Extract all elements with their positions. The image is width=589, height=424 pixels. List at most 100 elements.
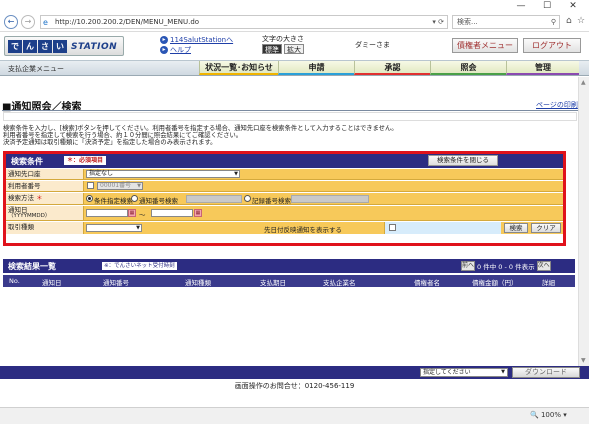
scroll-down-icon[interactable]: ▼ — [581, 357, 586, 364]
pager: 前へ 0 件中 0 - 0 件表示 次へ — [461, 261, 551, 271]
logo-kana-4: い — [53, 40, 67, 53]
future-date-cell — [384, 222, 501, 234]
favorites-star-icon[interactable]: ☆ — [577, 16, 585, 26]
scroll-up-icon[interactable]: ▲ — [581, 79, 586, 86]
transaction-type-label: 取引種類 — [6, 222, 84, 234]
col-amount: 債権金額（円） — [472, 279, 518, 287]
salut-station-link[interactable]: ▸ 114SalutStationへ — [160, 35, 233, 45]
transaction-type-select[interactable]: ▼ — [86, 224, 142, 232]
user-number-checkbox[interactable] — [87, 182, 94, 189]
url-text: http://10.200.200.2/DEN/MENU_MENU.do — [55, 18, 200, 26]
user-name: ダミーさま — [355, 41, 390, 49]
refresh-icon[interactable]: ▾ ⟳ — [432, 16, 444, 28]
notice-number-input[interactable] — [186, 195, 242, 203]
zoom-level[interactable]: 🔍 100% ▾ — [530, 411, 567, 419]
home-icon[interactable]: ⌂ — [566, 16, 572, 26]
record-number-input[interactable] — [291, 195, 369, 203]
user-number-select[interactable]: 00001番号 ▼ — [97, 182, 143, 190]
tab-management[interactable]: 管理 — [506, 61, 579, 75]
back-arrow-icon[interactable]: ← — [4, 15, 18, 29]
creditor-menu-button[interactable]: 債権者メニュー — [452, 38, 518, 53]
user-number-row: 利用者番号 00001番号 ▼ — [6, 181, 563, 192]
tab-inquiry[interactable]: 照会 — [430, 61, 506, 75]
account-label: 通知先口座 — [6, 169, 84, 179]
prev-page-button[interactable]: 前へ — [461, 261, 475, 271]
arrow-right-icon: ▸ — [160, 36, 168, 44]
logo-kana-1: で — [8, 40, 22, 53]
notice-number-search-label: 通知番号検索 — [139, 197, 178, 205]
calendar-icon[interactable]: ▦ — [194, 209, 202, 217]
future-date-label: 先日付反映通知を表示する — [264, 226, 342, 234]
radio-notice-number-search[interactable] — [131, 195, 138, 202]
notice-date-row: 通知日 （YYYYMMDD） ▦ 〜 ▦ — [6, 206, 563, 221]
system-label: 支払企業メニュー — [8, 65, 64, 73]
required-badge: ＊：必須項目 — [64, 156, 107, 165]
instructions: 検索条件を入力し、[検索]ボタンを押してください。利用者番号を指定する場合、通知… — [3, 125, 398, 146]
close-window-icon[interactable]: ✕ — [563, 1, 583, 11]
print-page-link[interactable]: ページの印刷 — [536, 100, 578, 110]
address-bar: ← → e http://10.200.200.2/DEN/MENU_MENU.… — [0, 12, 589, 32]
page-content: ■通知照会／検索 ページの印刷 検索条件を入力し、[検索]ボタンを押してください… — [0, 77, 578, 367]
col-notice-number: 通知番号 — [103, 279, 129, 287]
instruction-line: 利用者番号を指定して検索を行う場合、約１０分間に照会結果にてご確認ください。 — [3, 132, 243, 139]
download-button[interactable]: ダウンロード — [512, 367, 580, 378]
search-conditions-title: 検索条件 — [11, 157, 43, 166]
search-conditions-panel: 検索条件 ＊：必須項目 検索条件を閉じる 通知先口座 指定なし ▼ 利用者番号 0… — [3, 151, 566, 246]
browser-search-input[interactable]: 検索... ⚲ — [452, 15, 560, 29]
chevron-down-icon: ▼ — [137, 183, 141, 189]
notice-date-label: 通知日 （YYYYMMDD） — [6, 206, 84, 220]
font-size-standard-button[interactable]: 標準 — [262, 44, 282, 54]
logo-kana-2: ん — [23, 40, 37, 53]
tab-status-notices[interactable]: 状況一覧･お知らせ — [199, 61, 278, 75]
font-size-large-button[interactable]: 拡大 — [284, 44, 304, 54]
results-header: 検索結果一覧 ※：でんさいネット受付時刻 前へ 0 件中 0 - 0 件表示 次… — [3, 259, 575, 273]
download-bar: 指定してください ▼ ダウンロード — [0, 366, 589, 379]
search-button[interactable]: 検索 — [504, 223, 528, 233]
message-area — [3, 112, 577, 121]
help-link[interactable]: ▸ ヘルプ — [160, 45, 233, 55]
col-due-date: 支払期日 — [260, 279, 286, 287]
transaction-type-row: 取引種類 ▼ 先日付反映通知を表示する 検索 クリア — [6, 222, 563, 234]
search-icon[interactable]: ⚲ — [551, 16, 556, 28]
logo-station-text: STATION — [71, 42, 118, 52]
font-size-controls: 標準 拡大 — [262, 44, 304, 54]
densai-station-logo: で ん さ い STATION — [4, 36, 124, 56]
vertical-scrollbar[interactable]: ▲ ▼ — [578, 77, 589, 367]
logo-kana-3: さ — [38, 40, 52, 53]
minimize-icon[interactable]: — — [511, 1, 531, 11]
results-title: 検索結果一覧 — [8, 262, 56, 271]
chevron-down-icon: ▼ — [234, 171, 238, 177]
col-no: No. — [9, 277, 20, 285]
chevron-down-icon: ▼ — [136, 225, 140, 231]
col-notice-date: 通知日 — [42, 279, 62, 287]
radio-condition-search[interactable] — [86, 195, 93, 202]
close-search-conditions-button[interactable]: 検索条件を閉じる — [428, 155, 498, 166]
search-method-label: 検索方法 ＊ — [6, 193, 84, 204]
search-method-row: 検索方法 ＊ 条件指定検索 通知番号検索 記録番号検索 — [6, 193, 563, 205]
chevron-down-icon: ▼ — [501, 369, 505, 375]
pager-count: 0 件中 0 - 0 件表示 — [477, 263, 535, 271]
contact-info: 画面操作のお問合せ：0120-456-119 — [234, 382, 355, 390]
logout-button[interactable]: ログアウト — [523, 38, 581, 53]
url-input[interactable]: e http://10.200.200.2/DEN/MENU_MENU.do ▾… — [40, 15, 448, 29]
record-number-search-label: 記録番号検索 — [252, 197, 291, 205]
col-detail: 詳細 — [542, 279, 555, 287]
font-size-label: 文字の大きさ — [262, 35, 304, 43]
date-from-input[interactable] — [86, 209, 128, 217]
date-to-input[interactable] — [151, 209, 193, 217]
download-format-select[interactable]: 指定してください ▼ — [420, 368, 508, 377]
maximize-icon[interactable]: ☐ — [537, 1, 557, 11]
arrow-right-icon: ▸ — [160, 46, 168, 54]
condition-search-label: 条件指定検索 — [94, 197, 133, 205]
ie-logo-icon: e — [43, 18, 48, 27]
clear-button[interactable]: クリア — [531, 223, 561, 233]
next-page-button[interactable]: 次へ — [536, 261, 551, 271]
future-date-checkbox[interactable] — [389, 224, 396, 231]
tab-application[interactable]: 申請 — [278, 61, 354, 75]
forward-arrow-icon[interactable]: → — [21, 15, 35, 29]
tab-approval[interactable]: 承認 — [354, 61, 430, 75]
radio-record-number-search[interactable] — [244, 195, 251, 202]
account-select[interactable]: 指定なし ▼ — [86, 170, 240, 178]
calendar-icon[interactable]: ▦ — [128, 209, 136, 217]
col-notice-type: 通知種類 — [185, 279, 211, 287]
